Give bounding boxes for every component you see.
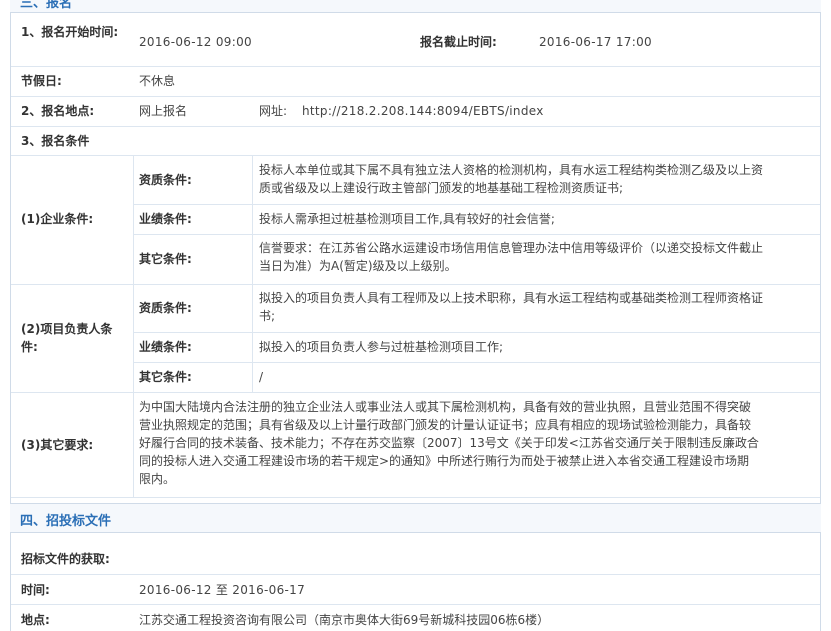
other-req-line: 好履行合同的技术装备、技术能力；不存在苏交监察〔2007〕13号文《关于印发<江…	[139, 436, 759, 450]
manager-label: (2)项目负责人条	[21, 322, 113, 336]
block-other-requirements: (3)其它要求: 为中国大陆境内合法注册的独立企业法人或事业法人或其下属检测机构…	[11, 393, 820, 498]
enterprise-other-line: 当日为准）为A(暂定)级及以上级别。	[259, 259, 457, 273]
manager-perf-label: 业绩条件:	[139, 340, 192, 354]
other-req-line: 同的投标人进入交通工程建设市场的若干规定>的通知》中所述行贿行为而处于被禁止进入…	[139, 454, 750, 468]
reg-end-value: 2016-06-17 17:00	[539, 35, 652, 49]
enterprise-other-label: 其它条件:	[139, 252, 192, 266]
manager-performance-row: 业绩条件: 拟投入的项目负责人参与过桩基检测项目工作;	[134, 333, 820, 363]
row-doc-place: 地点: 江苏交通工程投资咨询有限公司（南京市奥体大街69号新城科技园06栋6楼）	[11, 605, 820, 631]
manager-qual-label: 资质条件:	[139, 301, 192, 315]
enterprise-qual-line: 投标人本单位或其下属不具有独立法人资格的检测机构，具有水运工程结构类检测乙级及以…	[259, 163, 764, 177]
reg-place-label: 2、报名地点:	[21, 104, 95, 118]
manager-qual-line: 拟投入的项目负责人具有工程师及以上技术职称，具有水运工程结构或基础类检测工程师资…	[259, 291, 764, 305]
manager-other-label: 其它条件:	[139, 370, 192, 384]
reg-url-link[interactable]: http://218.2.208.144:8094/EBTS/index	[302, 102, 544, 120]
reg-cond-label: 3、报名条件	[21, 134, 90, 148]
row-doc-time: 时间: 2016-06-12 至 2016-06-17	[11, 575, 820, 605]
enterprise-perf-label: 业绩条件:	[139, 212, 192, 226]
doc-place-label: 地点:	[21, 613, 50, 627]
other-req-label: (3)其它要求:	[21, 438, 94, 452]
reg-place-value: 网上报名	[139, 104, 188, 118]
manager-other-value: /	[259, 370, 264, 384]
row-registration-time: 1、报名开始时间: 2016-06-12 09:00 报名截止时间: 2016-…	[11, 13, 820, 67]
manager-perf-value: 拟投入的项目负责人参与过桩基检测项目工作;	[259, 340, 504, 354]
doc-obtain-label: 招标文件的获取:	[21, 552, 110, 566]
section-header-registration: 三、报名	[10, 0, 821, 13]
doc-time-value: 2016-06-12 至 2016-06-17	[139, 583, 306, 597]
section-title: 四、招投标文件	[20, 514, 112, 529]
tender-notice-page: 三、报名 1、报名开始时间: 2016-06-12 09:00 报名截止时间: …	[0, 0, 831, 631]
doc-time-label: 时间:	[21, 583, 50, 597]
other-req-line: 为中国大陆境内合法注册的独立企业法人或事业法人或其下属检测机构，具备有效的营业执…	[139, 400, 752, 414]
enterprise-qual-label: 资质条件:	[139, 173, 192, 187]
other-req-line: 限内。	[139, 472, 176, 486]
row-holiday: 节假日: 不休息	[11, 67, 820, 97]
block-enterprise-conditions: (1)企业条件: 资质条件: 投标人本单位或其下属不具有独立法人资格的检测机构，…	[11, 156, 820, 285]
holiday-label: 节假日:	[21, 74, 62, 88]
enterprise-qualification-row: 资质条件: 投标人本单位或其下属不具有独立法人资格的检测机构，具有水运工程结构类…	[134, 156, 820, 205]
section-header-tender-documents: 四、招投标文件	[10, 503, 821, 533]
row-registration-place: 2、报名地点: 网上报名 网址: http://218.2.208.144:80…	[11, 97, 820, 127]
row-registration-conditions: 3、报名条件	[11, 127, 820, 156]
block-manager-conditions: (2)项目负责人条 件: 资质条件: 拟投入的项目负责人具有工程师及以上技术职称…	[11, 285, 820, 393]
right-border	[820, 0, 821, 631]
manager-other-row: 其它条件: /	[134, 363, 820, 391]
enterprise-other-row: 其它条件: 信誉要求：在江苏省公路水运建设市场信用信息管理办法中信用等级评价（以…	[134, 235, 820, 283]
manager-label: 件:	[21, 340, 38, 354]
doc-place-value: 江苏交通工程投资咨询有限公司（南京市奥体大街69号新城科技园06栋6楼）	[139, 613, 550, 627]
manager-qualification-row: 资质条件: 拟投入的项目负责人具有工程师及以上技术职称，具有水运工程结构或基础类…	[134, 285, 820, 333]
reg-end-label: 报名截止时间:	[420, 35, 497, 49]
manager-qual-line: 书;	[259, 309, 276, 323]
enterprise-performance-row: 业绩条件: 投标人需承担过桩基检测项目工作,具有较好的社会信誉;	[134, 205, 820, 235]
enterprise-label: (1)企业条件:	[21, 212, 94, 226]
row-doc-obtain: 招标文件的获取:	[11, 532, 820, 575]
enterprise-qual-line: 质或省级及以上建设行政主管部门颁发的地基基础工程检测资质证书;	[259, 181, 624, 195]
section-title: 三、报名	[20, 0, 73, 11]
holiday-value: 不休息	[139, 74, 176, 88]
column-divider	[133, 393, 134, 497]
reg-url-label: 网址:	[259, 104, 288, 118]
other-req-line: 营业执照规定的范围；具有省级及以上计量行政部门颁发的计量认证证书；应具有相应的现…	[139, 418, 752, 432]
enterprise-perf-value: 投标人需承担过桩基检测项目工作,具有较好的社会信誉;	[259, 212, 555, 226]
reg-start-label: 1、报名开始时间:	[21, 25, 119, 39]
enterprise-other-line: 信誉要求：在江苏省公路水运建设市场信用信息管理办法中信用等级评价（以递交投标文件…	[259, 241, 764, 255]
reg-start-value: 2016-06-12 09:00	[139, 35, 252, 49]
